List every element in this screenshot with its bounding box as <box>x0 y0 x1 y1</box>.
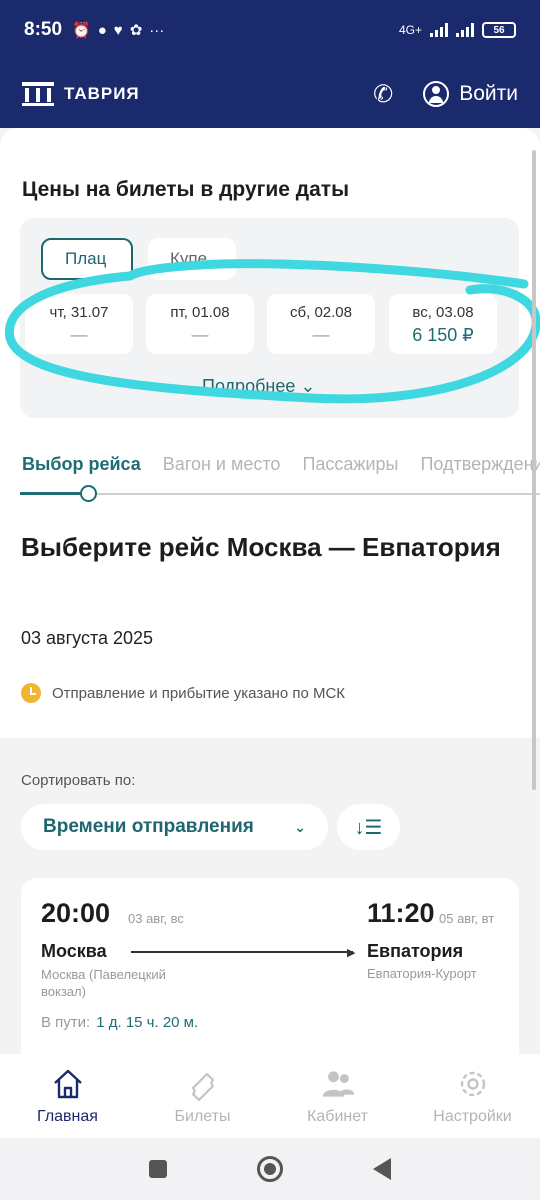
home-button[interactable] <box>257 1156 283 1182</box>
nav-tickets[interactable]: Билеты <box>135 1054 270 1138</box>
date-card-day: чт, 31.07 <box>49 304 109 321</box>
trip-card[interactable]: 20:00 03 авг, вс 11:20 05 авг, вт Москва… <box>21 878 519 1068</box>
trip-duration: В пути: 1 д. 15 ч. 20 м. <box>41 1014 198 1031</box>
nav-home[interactable]: Главная <box>0 1054 135 1138</box>
progress-track <box>20 493 540 495</box>
phone-icon[interactable]: ✆ <box>373 80 393 109</box>
arrival-time: 11:20 <box>367 898 435 928</box>
arrow-right-icon: ▶ <box>347 947 356 959</box>
users-icon <box>320 1066 356 1102</box>
departure-date: 03 авг, вс <box>128 911 184 926</box>
step-car-seat[interactable]: Вагон и место <box>163 454 281 494</box>
arrival-city: Евпатория <box>367 941 464 961</box>
status-time: 8:50 <box>24 19 63 40</box>
date-card-day: сб, 02.08 <box>290 304 352 321</box>
route-date: 03 августа 2025 <box>21 628 154 648</box>
sort-order-icon: ↓☰ <box>354 816 383 839</box>
date-card-price: — <box>191 325 209 344</box>
brand-logo[interactable]: ТАВРИЯ <box>22 82 140 106</box>
more-link[interactable]: Подробнее ⌄ <box>202 376 315 397</box>
logo-icon <box>22 82 54 106</box>
chevron-down-icon: ⌄ <box>294 818 306 835</box>
sort-order-button[interactable]: ↓☰ <box>337 804 400 850</box>
nav-cabinet[interactable]: Кабинет <box>270 1054 405 1138</box>
notification-icons: ⏰ ● ♥ ✿ ··· <box>72 21 165 40</box>
heart-icon: ♥ <box>113 21 123 39</box>
scrollbar[interactable] <box>532 150 536 790</box>
class-chip-kupe[interactable]: Купе <box>148 238 236 280</box>
date-card-price: — <box>312 325 330 344</box>
date-card-price: — <box>70 325 88 344</box>
back-button[interactable] <box>373 1158 391 1180</box>
date-card[interactable]: чт, 31.07 — <box>25 294 133 354</box>
nav-label: Настройки <box>433 1108 512 1125</box>
date-card-day: вс, 03.08 <box>412 304 474 321</box>
date-card[interactable]: сб, 02.08 — <box>267 294 375 354</box>
home-icon <box>50 1066 86 1102</box>
alarm-icon: ⏰ <box>72 22 91 39</box>
more-dots-icon: ··· <box>149 21 165 39</box>
network-label: 4G+ <box>398 23 422 37</box>
nav-settings[interactable]: Настройки <box>405 1054 540 1138</box>
prices-title: Цены на билеты в другие даты <box>22 178 350 201</box>
signal-icon-2 <box>456 23 474 37</box>
main-content: Цены на билеты в другие даты Плац Купе ч… <box>0 128 540 738</box>
battery-icon: 56 <box>482 22 516 38</box>
chat-icon: ● <box>97 21 107 39</box>
sort-select[interactable]: Времени отправления ⌄ <box>21 804 328 850</box>
date-card-day: пт, 01.08 <box>170 304 230 321</box>
bottom-nav: Главная Билеты Кабинет Настройки <box>0 1054 540 1138</box>
departure-station: Москва (Павелецкий вокзал) <box>41 967 166 999</box>
login-button[interactable]: Войти <box>423 81 518 107</box>
app-header: ТАВРИЯ ✆ Войти <box>0 60 540 128</box>
date-card[interactable]: пт, 01.08 — <box>146 294 254 354</box>
status-bar: 8:50 ⏰ ● ♥ ✿ ··· 4G+ 56 <box>0 0 540 60</box>
booking-steps: Выбор рейса Вагон и место Пассажиры Подт… <box>22 454 540 494</box>
nav-label: Кабинет <box>307 1108 368 1125</box>
route-title: Выберите рейс Москва — Евпатория <box>21 532 501 562</box>
step-passengers[interactable]: Пассажиры <box>302 454 398 494</box>
step-confirm[interactable]: Подтверждение <box>420 454 540 494</box>
departure-time: 20:00 <box>41 898 111 928</box>
user-icon <box>423 81 450 107</box>
duration-value: 1 д. 15 ч. 20 м. <box>96 1014 199 1031</box>
departure-city: Москва <box>41 941 107 961</box>
signal-icon <box>430 23 448 37</box>
date-card-selected[interactable]: вс, 03.08 6 150 ₽ <box>389 294 497 354</box>
date-card-price: 6 150 ₽ <box>412 325 474 345</box>
prices-box: Плац Купе чт, 31.07 — пт, 01.08 — сб, 02… <box>20 218 519 418</box>
timezone-note: Отправление и прибытие указано по МСК <box>21 683 345 703</box>
timezone-note-text: Отправление и прибытие указано по МСК <box>52 684 346 702</box>
nav-label: Билеты <box>174 1108 231 1125</box>
ticket-icon <box>185 1066 221 1102</box>
gear-icon <box>455 1066 491 1102</box>
login-label: Войти <box>459 82 518 105</box>
route-arrow-line <box>131 951 353 953</box>
sort-label: Сортировать по: <box>21 772 136 789</box>
progress-fill <box>20 492 88 495</box>
brand-name: ТАВРИЯ <box>64 84 140 103</box>
arrival-date: 05 авг, вт <box>439 911 495 926</box>
duration-label: В пути: <box>41 1014 91 1031</box>
app-icon: ✿ <box>129 22 143 39</box>
sort-value: Времени отправления <box>43 816 254 837</box>
progress-dot <box>80 485 97 502</box>
clock-icon <box>21 683 41 703</box>
more-label: Подробнее <box>202 376 296 396</box>
recents-button[interactable] <box>149 1160 167 1178</box>
chevron-down-icon: ⌄ <box>300 376 316 396</box>
system-nav <box>0 1138 540 1200</box>
nav-label: Главная <box>37 1108 98 1125</box>
class-chip-platskart[interactable]: Плац <box>41 238 133 280</box>
arrival-station: Евпатория-Курорт <box>367 966 477 981</box>
